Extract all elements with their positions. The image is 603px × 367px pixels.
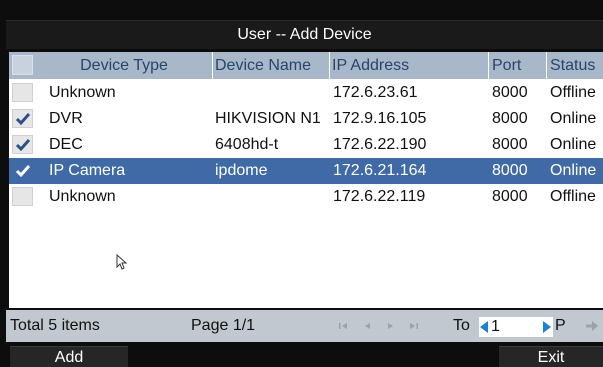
ip-address-cell: 172.6.22.119: [333, 188, 426, 205]
status-cell: Online: [550, 136, 597, 153]
status-cell: Online: [550, 110, 597, 127]
device-name-cell: [215, 80, 330, 106]
goto-label: To: [453, 317, 470, 334]
table-row[interactable]: Unknown 172.6.23.61 8000 Offline: [9, 80, 603, 106]
port-cell: 8000: [492, 162, 528, 179]
port-cell: 8000: [492, 188, 528, 205]
device-type-cell: Unknown: [49, 84, 116, 101]
status-cell: Online: [550, 162, 597, 179]
spin-up-icon[interactable]: [543, 321, 552, 333]
checkmark-icon: [15, 112, 30, 125]
row-checkbox[interactable]: [12, 187, 33, 206]
total-items-label: Total 5 items: [10, 317, 100, 334]
row-checkbox[interactable]: [12, 109, 33, 128]
last-page-icon[interactable]: [407, 320, 419, 332]
table-row[interactable]: DVR HIKVISION N1 172.9.16.105 8000 Online: [9, 106, 603, 132]
spin-down-icon[interactable]: [480, 321, 489, 333]
device-type-cell: IP Camera: [49, 162, 126, 179]
exit-button[interactable]: Exit: [499, 346, 603, 367]
device-name-cell: 6408hd-t: [215, 136, 279, 153]
column-header-device-name[interactable]: Device Name: [213, 52, 330, 79]
device-table: Device Type Device Name IP Address Port …: [9, 52, 603, 308]
status-cell: Offline: [550, 188, 596, 205]
first-page-icon[interactable]: [338, 320, 350, 332]
next-page-icon[interactable]: [384, 320, 396, 332]
go-arrow-icon[interactable]: [586, 321, 598, 331]
checkmark-icon: [15, 164, 30, 177]
page-indicator: Page 1/1: [191, 317, 256, 334]
port-cell: 8000: [492, 136, 528, 153]
port-cell: 8000: [492, 84, 528, 101]
column-header-port[interactable]: Port: [489, 52, 547, 79]
page-number-spinner[interactable]: 1: [479, 317, 553, 337]
device-name-cell: ipdome: [215, 162, 268, 179]
table-row[interactable]: IP Camera ipdome 172.6.21.164 8000 Online: [9, 158, 603, 184]
column-header-device-type[interactable]: Device Type: [36, 52, 213, 79]
device-name-cell: HIKVISION N1: [215, 110, 321, 127]
ip-address-cell: 172.6.23.61: [333, 84, 418, 101]
ip-address-cell: 172.6.22.190: [333, 136, 427, 153]
column-header-ip-address[interactable]: IP Address: [330, 52, 489, 79]
row-checkbox[interactable]: [12, 135, 33, 154]
add-button[interactable]: Add: [10, 346, 128, 367]
port-cell: 8000: [492, 110, 528, 127]
table-row[interactable]: Unknown 172.6.22.119 8000 Offline: [9, 184, 603, 210]
page-number-input[interactable]: 1: [491, 317, 500, 337]
device-name-cell: [215, 184, 330, 210]
mouse-pointer-icon: [116, 254, 128, 270]
dialog-title: User -- Add Device: [6, 20, 603, 49]
ip-address-cell: 172.6.21.164: [333, 162, 427, 179]
table-row[interactable]: DEC 6408hd-t 172.6.22.190 8000 Online: [9, 132, 603, 158]
status-cell: Offline: [550, 84, 596, 101]
table-header: Device Type Device Name IP Address Port …: [9, 52, 603, 79]
pagination-bar: Total 5 items Page 1/1 To 1 P: [6, 310, 603, 342]
prev-page-icon[interactable]: [362, 320, 374, 332]
device-type-cell: DVR: [49, 110, 83, 127]
add-device-dialog: User -- Add Device Device Type Device Na…: [0, 0, 603, 367]
page-unit-label: P: [555, 317, 566, 334]
checkmark-icon: [15, 138, 30, 151]
ip-address-cell: 172.9.16.105: [333, 110, 427, 127]
device-type-cell: Unknown: [49, 188, 116, 205]
row-checkbox[interactable]: [12, 161, 33, 180]
select-all-checkbox[interactable]: [12, 55, 33, 75]
row-checkbox[interactable]: [12, 83, 33, 102]
column-header-status[interactable]: Status: [547, 52, 603, 79]
device-type-cell: DEC: [49, 136, 83, 153]
